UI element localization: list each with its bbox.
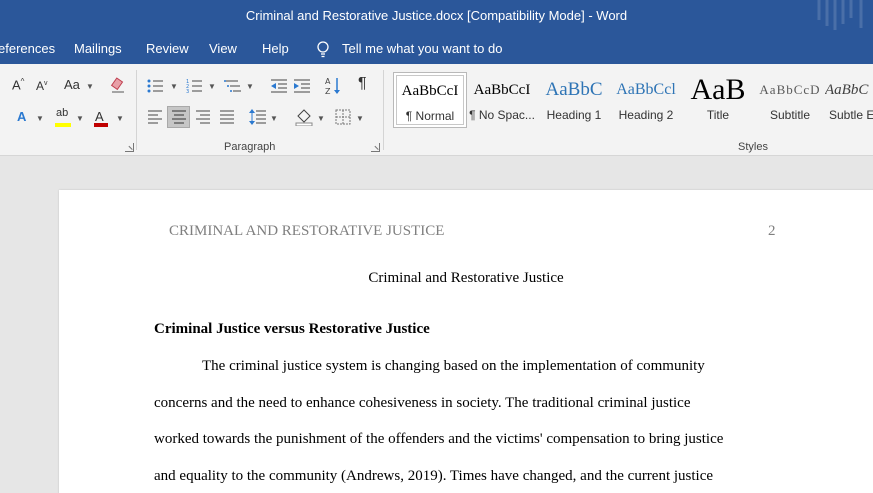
title-bar: Criminal and Restorative Justice.docx [C…: [0, 0, 873, 34]
chevron-down-icon[interactable]: ▼: [246, 82, 254, 91]
numbering-icon[interactable]: 123: [186, 78, 204, 94]
styles-group-label: Styles: [738, 141, 768, 153]
running-header[interactable]: CRIMINAL AND RESTORATIVE JUSTICE: [169, 223, 444, 240]
sort-icon[interactable]: A Z: [325, 76, 341, 96]
font-dialog-launcher[interactable]: [125, 143, 134, 152]
style-label: Subtle E: [829, 108, 873, 122]
svg-text:A: A: [325, 77, 331, 86]
chevron-down-icon[interactable]: ▼: [86, 82, 94, 91]
style-label: ¶ Normal: [405, 109, 455, 123]
title-bar-pattern-icon: [817, 0, 863, 30]
style-heading-1[interactable]: AaBbC Heading 1: [537, 72, 611, 128]
clear-formatting-icon[interactable]: [110, 77, 126, 93]
font-color-button[interactable]: A: [95, 109, 104, 124]
style-preview: AaBbC: [825, 82, 869, 98]
style-normal[interactable]: AaBbCcI ¶ Normal: [393, 72, 467, 128]
style-preview: AaBbCcl: [616, 81, 676, 98]
section-heading[interactable]: Criminal Justice versus Restorative Just…: [154, 321, 430, 338]
change-case-button[interactable]: Aa: [64, 77, 80, 92]
align-right-icon[interactable]: [195, 110, 211, 124]
chevron-down-icon[interactable]: ▼: [116, 114, 124, 123]
chevron-down-icon[interactable]: ▼: [170, 82, 178, 91]
page-number[interactable]: 2: [768, 223, 776, 240]
window-title: Criminal and Restorative Justice.docx [C…: [245, 8, 628, 23]
group-separator: [136, 70, 137, 150]
svg-text:Z: Z: [325, 87, 331, 96]
style-label: ¶ No Spac...: [469, 108, 535, 122]
paragraph-dialog-launcher[interactable]: [371, 143, 380, 152]
chevron-down-icon[interactable]: ▼: [356, 114, 364, 123]
lightbulb-icon[interactable]: [315, 40, 331, 58]
svg-text:3: 3: [186, 89, 189, 94]
bullets-icon[interactable]: [147, 78, 165, 94]
style-preview: AaB: [690, 73, 746, 106]
style-no-spacing[interactable]: AaBbCcI ¶ No Spac...: [465, 72, 539, 128]
style-label: Heading 2: [618, 108, 674, 122]
paragraph-line[interactable]: The criminal justice system is changing …: [202, 358, 705, 375]
tab-review[interactable]: Review: [146, 41, 189, 56]
group-separator: [383, 70, 384, 150]
paragraph-line[interactable]: worked towards the punishment of the off…: [154, 431, 723, 448]
style-preview: AaBbCcI: [473, 82, 531, 98]
align-center-icon: [172, 110, 186, 124]
style-label: Subtitle: [769, 108, 811, 122]
justify-icon[interactable]: [219, 110, 235, 124]
tab-references[interactable]: eferences: [0, 41, 55, 56]
chevron-down-icon[interactable]: ▼: [36, 114, 44, 123]
align-center-button[interactable]: [167, 106, 190, 128]
show-formatting-icon[interactable]: ¶: [358, 75, 367, 93]
style-heading-2[interactable]: AaBbCcl Heading 2: [609, 72, 683, 128]
chevron-down-icon[interactable]: ▼: [317, 114, 325, 123]
grow-font-button[interactable]: A^: [12, 77, 24, 92]
paragraph-group-label: Paragraph: [224, 141, 276, 153]
line-spacing-icon[interactable]: [249, 109, 267, 125]
paragraph-line[interactable]: and equality to the community (Andrews, …: [154, 468, 713, 485]
highlight-color-bar: [55, 123, 71, 127]
style-subtitle[interactable]: AaBbCcD Subtitle: [753, 72, 827, 128]
increase-indent-icon[interactable]: [293, 78, 311, 94]
style-label: Heading 1: [546, 108, 602, 122]
document-title[interactable]: Criminal and Restorative Justice: [59, 270, 873, 287]
style-label: Title: [706, 108, 730, 122]
chevron-down-icon[interactable]: ▼: [76, 114, 84, 123]
shading-icon[interactable]: [295, 108, 313, 126]
style-preview: AaBbC: [545, 79, 603, 100]
chevron-down-icon[interactable]: ▼: [270, 114, 278, 123]
tell-me-search[interactable]: Tell me what you want to do: [342, 41, 502, 56]
style-title[interactable]: AaB Title: [681, 72, 755, 128]
tab-help[interactable]: Help: [262, 41, 289, 56]
text-effects-button[interactable]: A: [17, 109, 26, 124]
style-preview: AaBbCcI: [401, 83, 459, 99]
paragraph-line[interactable]: concerns and the need to enhance cohesiv…: [154, 395, 690, 412]
chevron-down-icon[interactable]: ▼: [208, 82, 216, 91]
align-left-icon[interactable]: [147, 110, 163, 124]
decrease-indent-icon[interactable]: [270, 78, 288, 94]
font-color-bar: [94, 123, 108, 127]
highlight-button[interactable]: ab: [56, 107, 68, 119]
style-preview: AaBbCcD: [759, 82, 821, 97]
ribbon-tabs: eferences Mailings Review View Help Tell…: [0, 34, 873, 64]
tab-mailings[interactable]: Mailings: [74, 41, 122, 56]
tab-view[interactable]: View: [209, 41, 237, 56]
shrink-font-button[interactable]: Av: [36, 79, 48, 93]
multilevel-list-icon[interactable]: [224, 78, 242, 94]
style-subtle-emphasis[interactable]: AaBbC Subtle E: [825, 72, 873, 128]
borders-icon[interactable]: [335, 109, 351, 125]
